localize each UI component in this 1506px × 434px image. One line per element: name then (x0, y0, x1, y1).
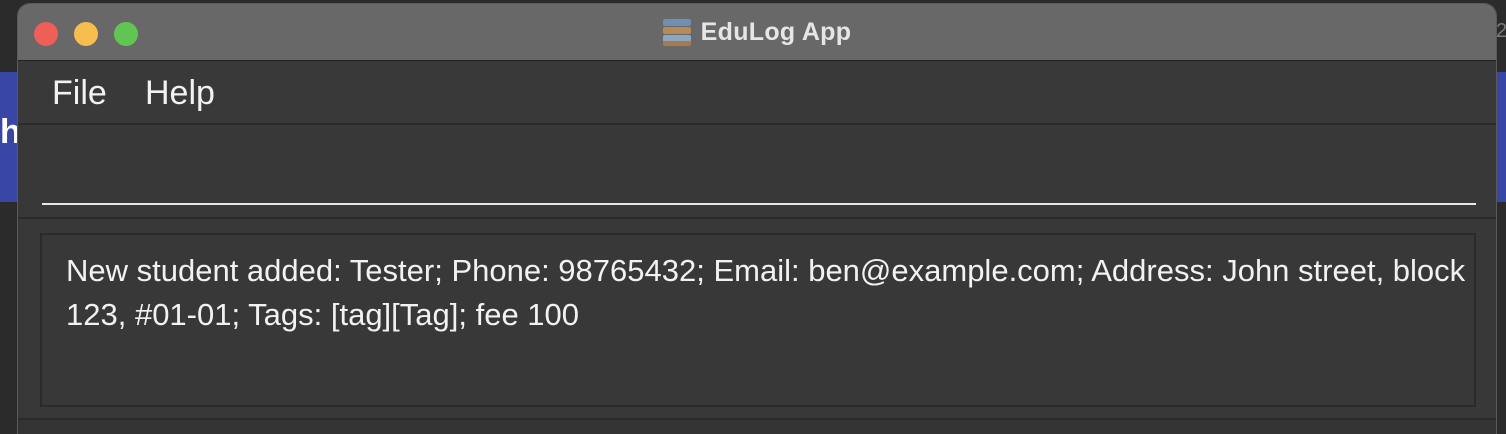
menu-file[interactable]: File (52, 73, 107, 113)
menu-bar: File Help (18, 61, 1496, 125)
result-message: New student added: Tester; Phone: 987654… (66, 253, 1466, 332)
command-box (18, 125, 1496, 219)
window-title-group: EduLog App (18, 4, 1496, 60)
window-title: EduLog App (700, 17, 852, 46)
books-app-icon (662, 17, 691, 47)
app-window: EduLog App File Help New student added: … (18, 4, 1496, 434)
title-bar[interactable]: EduLog App (18, 4, 1496, 61)
menu-help[interactable]: Help (145, 73, 215, 113)
bottom-panel-edge (18, 418, 1496, 434)
result-display: New student added: Tester; Phone: 987654… (40, 233, 1476, 407)
background-text-right: 2 (1496, 20, 1506, 42)
command-input[interactable] (42, 141, 1476, 205)
